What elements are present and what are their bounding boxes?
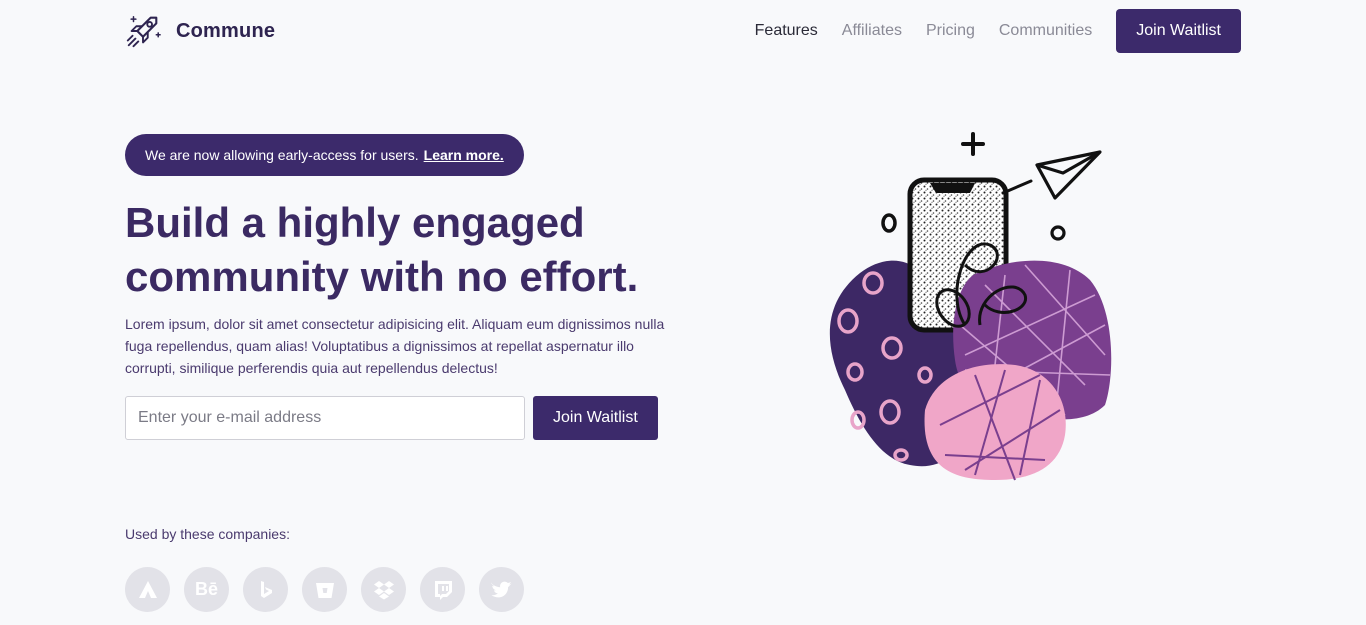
learn-more-link[interactable]: Learn more. [424,147,504,163]
company-logos: Bē [125,567,524,612]
brand[interactable]: Commune [124,11,275,51]
nav-links: Features Affiliates Pricing Communities … [755,9,1241,53]
announcement-text: We are now allowing early-access for use… [145,147,419,163]
waitlist-form: Join Waitlist [125,396,658,440]
nav-join-waitlist-button[interactable]: Join Waitlist [1116,9,1241,53]
community-illustration [829,132,1112,481]
hero-headline: Build a highly engaged community with no… [125,196,685,304]
atlassian-icon [125,567,170,612]
twitch-icon [420,567,465,612]
headline-line-1: Build a highly engaged [125,199,585,246]
companies-label: Used by these companies: [125,526,290,542]
rocket-icon [126,15,161,48]
dropbox-icon [361,567,406,612]
join-waitlist-button[interactable]: Join Waitlist [533,396,658,440]
nav-link-affiliates[interactable]: Affiliates [842,22,902,40]
nav-link-pricing[interactable]: Pricing [926,22,975,40]
bing-icon [243,567,288,612]
email-input[interactable] [125,396,525,440]
top-navigation: Commune Features Affiliates Pricing Comm… [0,0,1366,62]
twitter-icon [479,567,524,612]
early-access-banner: We are now allowing early-access for use… [125,134,524,176]
behance-glyph: Bē [194,579,218,599]
headline-line-2: community with no effort. [125,253,639,300]
brand-name: Commune [176,19,276,42]
hero-description: Lorem ipsum, dolor sit amet consectetur … [125,316,665,376]
nav-link-features[interactable]: Features [755,22,818,40]
behance-icon: Bē [184,567,229,612]
nav-link-communities[interactable]: Communities [999,22,1092,40]
bitbucket-icon [302,567,347,612]
